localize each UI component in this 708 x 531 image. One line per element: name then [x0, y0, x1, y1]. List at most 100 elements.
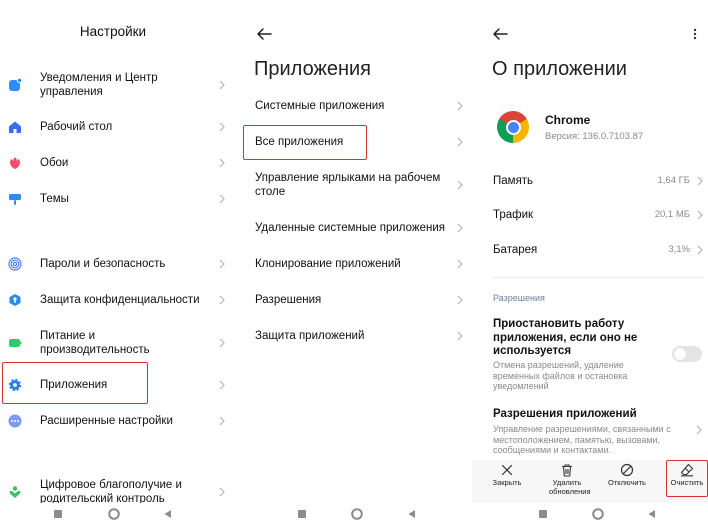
navigation-bar — [472, 503, 708, 531]
app-info-screen: О приложении Chrome Версия: 136.0.7103.8… — [472, 0, 708, 531]
chevron-right-icon — [219, 416, 225, 426]
apps-item-clone[interactable]: Клонирование приложений — [236, 250, 472, 278]
navigation-bar — [236, 503, 472, 531]
apps-item-removed-system[interactable]: Удаленные системные приложения — [236, 214, 472, 242]
chevron-right-icon — [219, 122, 225, 132]
navigation-bar — [0, 503, 236, 531]
back-icon[interactable] — [162, 508, 174, 520]
settings-item-label: Уведомления и Центр управления — [40, 72, 158, 98]
settings-item-label: Защита конфиденциальности — [40, 294, 200, 306]
chevron-right-icon — [697, 245, 703, 255]
stat-value: 1,64 ГБ — [657, 175, 690, 186]
chevron-right-icon — [697, 176, 703, 186]
section-divider — [492, 277, 704, 278]
battery-row[interactable]: Батарея 3,1% — [472, 238, 708, 262]
chevron-right-icon — [457, 295, 463, 305]
action-label: Отключить — [608, 478, 646, 487]
home-icon[interactable] — [351, 508, 363, 520]
chevron-right-icon — [457, 331, 463, 341]
wallpaper-icon — [8, 156, 22, 170]
chevron-right-icon — [457, 101, 463, 111]
themes-icon — [8, 192, 22, 206]
permissions-section-header: Разрешения — [493, 293, 545, 303]
chevron-right-icon — [457, 137, 463, 147]
action-bar: Закрыть Удалить обновления Отключить Очи… — [472, 460, 708, 503]
traffic-row[interactable]: Трафик 20,1 МБ — [472, 203, 708, 227]
pause-app-title: Приостановить работу приложения, если он… — [493, 318, 638, 357]
page-title: Приложения — [254, 58, 372, 80]
chevron-right-icon — [219, 80, 225, 90]
apps-item-shortcuts[interactable]: Управление ярлыками на рабочем столе — [236, 167, 472, 203]
settings-item-label: Приложения — [40, 379, 108, 391]
wellbeing-icon — [8, 485, 22, 499]
apps-item-label: Все приложения — [255, 136, 344, 148]
app-permissions-title: Разрешения приложений — [493, 408, 637, 420]
chevron-right-icon — [219, 338, 225, 348]
notifications-icon — [8, 78, 22, 92]
back-arrow-icon[interactable] — [492, 27, 508, 41]
chevron-right-icon — [697, 210, 703, 220]
settings-screen: Настройки Уведомления и Центр управления… — [0, 0, 236, 531]
apps-item-system[interactable]: Системные приложения — [236, 92, 472, 120]
settings-item-label: Питание и производительность — [40, 330, 150, 356]
more-icon — [8, 414, 22, 428]
settings-item-label: Обои — [40, 157, 69, 169]
apps-item-all[interactable]: Все приложения — [236, 128, 472, 156]
close-icon — [500, 463, 514, 477]
chevron-right-icon — [219, 259, 225, 269]
action-label: Закрыть — [492, 478, 522, 487]
chevron-right-icon — [457, 180, 463, 190]
settings-item-apps[interactable]: Приложения — [0, 371, 236, 399]
stat-value: 20,1 МБ — [654, 209, 690, 220]
battery-icon — [8, 336, 22, 350]
chevron-right-icon — [219, 380, 225, 390]
home-icon[interactable] — [108, 508, 120, 520]
back-icon[interactable] — [406, 508, 418, 520]
settings-item-advanced[interactable]: Расширенные настройки — [0, 407, 236, 435]
home-icon[interactable] — [592, 508, 604, 520]
back-arrow-icon[interactable] — [256, 27, 272, 41]
page-title: О приложении — [492, 58, 627, 80]
settings-item-label: Рабочий стол — [40, 121, 113, 133]
settings-item-label: Цифровое благополучие и родительский кон… — [40, 479, 182, 505]
recents-icon[interactable] — [52, 508, 64, 520]
storage-row[interactable]: Память 1,64 ГБ — [472, 169, 708, 193]
chevron-right-icon — [457, 223, 463, 233]
apps-item-label: Клонирование приложений — [255, 258, 401, 270]
gear-icon — [8, 378, 22, 392]
app-name: Chrome — [545, 113, 591, 127]
settings-item-label: Пароли и безопасность — [40, 258, 166, 270]
fingerprint-icon — [8, 257, 22, 271]
apps-item-permissions[interactable]: Разрешения — [236, 286, 472, 314]
home-screen-icon — [8, 120, 22, 134]
settings-item-home-screen[interactable]: Рабочий стол — [0, 113, 236, 141]
pause-app-toggle[interactable] — [672, 346, 702, 362]
more-vertical-icon[interactable] — [692, 27, 698, 41]
recents-icon[interactable] — [537, 508, 549, 520]
clear-button[interactable]: Очистить — [659, 460, 708, 503]
close-button[interactable]: Закрыть — [479, 460, 535, 503]
uninstall-updates-button[interactable]: Удалить обновления — [539, 460, 595, 503]
apps-item-label: Разрешения — [255, 294, 322, 306]
settings-item-label: Расширенные настройки — [40, 415, 173, 427]
stat-label: Память — [493, 175, 534, 187]
action-label: Удалить обновления — [549, 478, 591, 496]
disable-icon — [620, 463, 634, 477]
settings-item-privacy[interactable]: Защита конфиденциальности — [0, 286, 236, 314]
privacy-icon — [8, 293, 22, 307]
settings-item-passwords[interactable]: Пароли и безопасность — [0, 250, 236, 278]
apps-item-protection[interactable]: Защита приложений — [236, 322, 472, 350]
apps-screen: Приложения Системные приложения Все прил… — [236, 0, 472, 531]
chevron-right-icon — [219, 487, 225, 497]
recents-icon[interactable] — [296, 508, 308, 520]
settings-item-themes[interactable]: Темы — [0, 185, 236, 213]
settings-item-power[interactable]: Питание и производительность — [0, 325, 236, 361]
stat-label: Батарея — [493, 244, 538, 256]
settings-item-notifications[interactable]: Уведомления и Центр управления — [0, 67, 236, 103]
back-icon[interactable] — [646, 508, 658, 520]
settings-item-wallpaper[interactable]: Обои — [0, 149, 236, 177]
chevron-right-icon — [219, 158, 225, 168]
chevron-right-icon — [696, 425, 702, 435]
app-version: Версия: 136.0.7103.87 — [545, 131, 644, 142]
disable-button[interactable]: Отключить — [599, 460, 655, 503]
